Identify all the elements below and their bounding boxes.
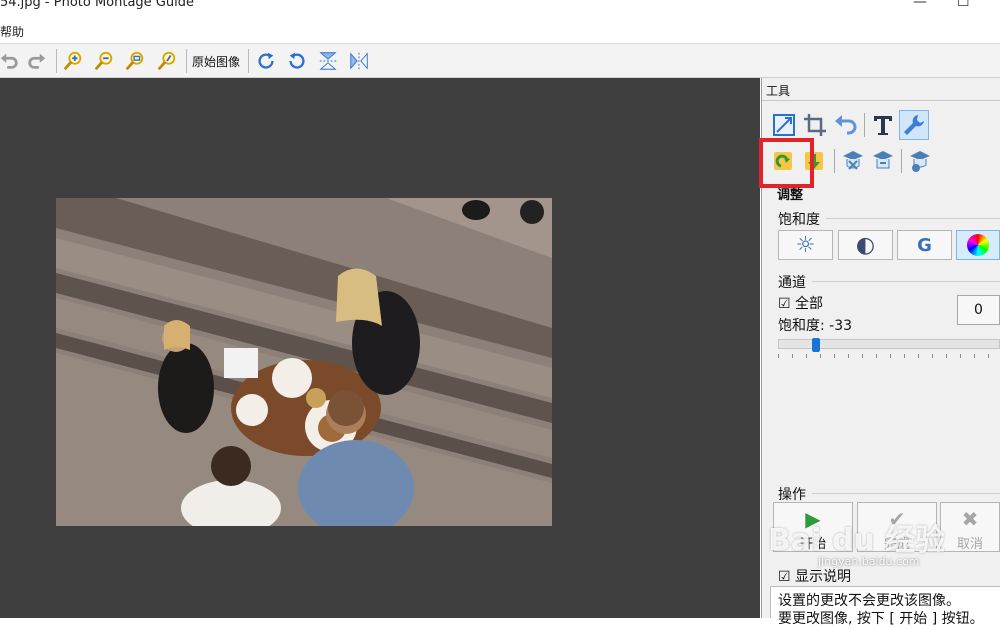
saturation-slider-thumb[interactable]: [811, 338, 820, 352]
toolbar-separator: [248, 49, 249, 73]
cancel-button[interactable]: ✖ 取消: [940, 502, 1000, 552]
crop-icon[interactable]: [800, 110, 830, 140]
done-label: 完成: [883, 537, 910, 552]
rotate-ccw-icon[interactable]: [284, 49, 310, 73]
all-channels-checkbox[interactable]: ☑ 全部: [778, 293, 823, 313]
resize-icon[interactable]: [769, 110, 799, 140]
toolbar-separator: [901, 149, 902, 173]
image-canvas[interactable]: [0, 78, 760, 618]
brightness-button[interactable]: ☼: [778, 230, 833, 260]
highlight-annotation: [759, 138, 814, 188]
hat-x-icon[interactable]: [838, 146, 868, 176]
help-line-2: 要更改图像, 按下 [ 开始 ] 按钮。: [778, 611, 984, 627]
photo-image: [56, 198, 552, 526]
cancel-label: 取消: [956, 537, 983, 552]
group-divider: [812, 493, 1000, 494]
check-icon: ✔: [888, 507, 906, 531]
hat-gear-icon[interactable]: [905, 146, 935, 176]
slider-ticks: [778, 354, 1000, 358]
play-icon: ▶: [805, 507, 821, 531]
contrast-icon: ◐: [855, 232, 876, 258]
minimize-button[interactable]: —: [913, 0, 927, 10]
title-bar: 54.jpg - Photo Montage Guide — ☐: [0, 0, 1000, 14]
adjust-title: 调整: [777, 188, 804, 203]
maximize-button[interactable]: ☐: [957, 0, 970, 10]
toolbar-separator: [864, 113, 865, 137]
flip-horizontal-icon[interactable]: [346, 49, 372, 73]
saturation-button[interactable]: [956, 230, 1000, 260]
group-divider: [826, 218, 1000, 219]
undo-icon[interactable]: [0, 49, 22, 73]
toolbar: 原始图像: [0, 44, 1000, 78]
divider: [762, 100, 1000, 101]
window-title: 54.jpg - Photo Montage Guide: [0, 0, 194, 10]
zoom-actual-icon[interactable]: [154, 49, 180, 73]
redo-icon[interactable]: [24, 49, 50, 73]
close-icon: ✖: [961, 507, 979, 531]
contrast-button[interactable]: ◐: [838, 230, 893, 260]
done-button[interactable]: ✔ 完成: [857, 502, 937, 552]
toolbar-separator: [186, 49, 187, 73]
operations-title: 操作: [778, 487, 806, 503]
brightness-icon: ☼: [795, 232, 816, 258]
tools-panel-header: 工具: [766, 84, 791, 98]
text-T-icon[interactable]: [868, 110, 898, 140]
start-label: 开始: [799, 537, 826, 552]
original-image-button[interactable]: 原始图像: [192, 53, 240, 70]
help-line-1: 设置的更改不会更改该图像。: [778, 593, 960, 609]
gamma-button[interactable]: G: [897, 230, 952, 260]
zoom-out-icon[interactable]: [91, 49, 117, 73]
wrench-icon[interactable]: [899, 110, 929, 140]
photo-preview[interactable]: [56, 198, 552, 526]
saturation-value-label: 饱和度: -33: [778, 318, 853, 334]
toolbar-separator: [56, 49, 57, 73]
show-help-checkbox[interactable]: ☑ 显示说明: [778, 566, 851, 586]
toolbar-separator: [834, 149, 835, 173]
rotate-cw-icon[interactable]: [253, 49, 279, 73]
group-divider: [812, 281, 1000, 282]
menu-help[interactable]: 帮助: [0, 23, 24, 40]
color-wheel-icon: [967, 234, 989, 256]
zoom-in-icon[interactable]: [60, 49, 86, 73]
zoom-fit-icon[interactable]: [122, 49, 148, 73]
start-button[interactable]: ▶ 开始: [773, 502, 853, 552]
saturation-number-field[interactable]: 0: [957, 295, 1000, 325]
saturation-group-title: 饱和度: [778, 212, 820, 228]
gamma-icon: G: [917, 234, 932, 256]
hat-clear-icon[interactable]: [868, 146, 898, 176]
channel-group-title: 通道: [778, 275, 806, 291]
menu-bar: 帮助: [0, 16, 1000, 44]
flip-vertical-icon[interactable]: [315, 49, 341, 73]
undo-arrow-icon[interactable]: [831, 110, 861, 140]
